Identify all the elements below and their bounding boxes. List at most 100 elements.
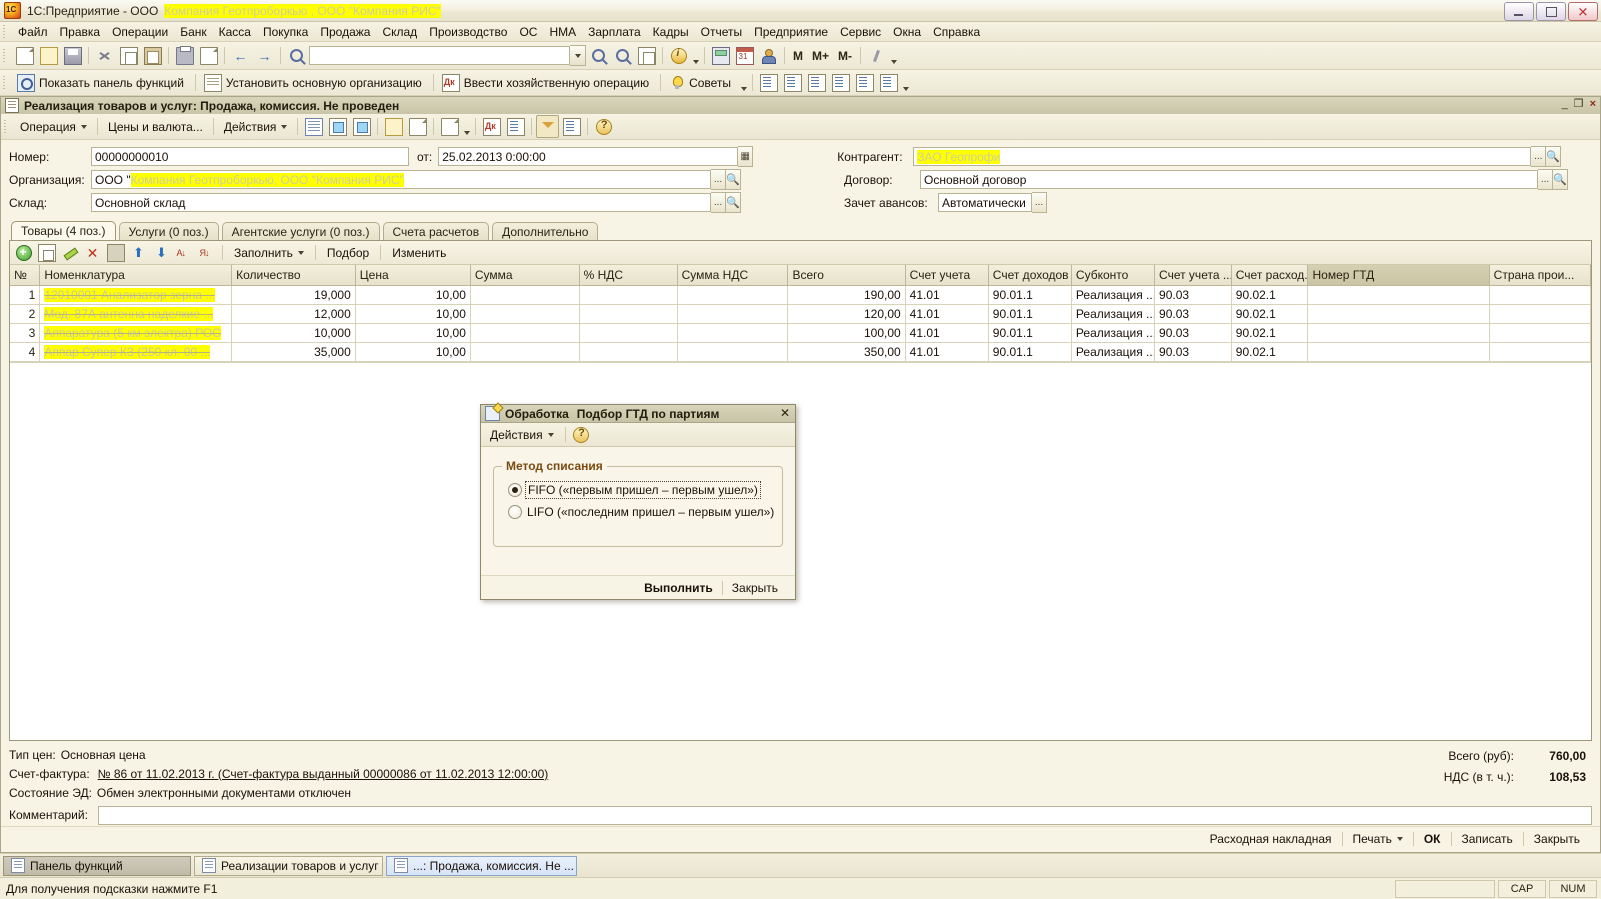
report-chart-button[interactable] [877, 71, 900, 94]
redo-button[interactable]: → [253, 44, 276, 67]
reports-dropdown[interactable] [901, 70, 910, 95]
taskbar-item-functions-panel[interactable]: Панель функций [3, 855, 191, 876]
cell-vat-percent[interactable] [579, 323, 678, 343]
advice-dropdown[interactable] [739, 70, 748, 95]
sort-desc-button[interactable] [197, 242, 218, 263]
cell-gtd[interactable] [1307, 323, 1490, 343]
menu-os[interactable]: ОС [513, 23, 543, 41]
close-button[interactable]: ✕ [1568, 2, 1598, 21]
menu-sale[interactable]: Продажа [314, 23, 376, 41]
cell-income-account[interactable]: 90.01.1 [988, 285, 1072, 305]
menu-reports[interactable]: Отчеты [695, 23, 748, 41]
cell-subconto[interactable]: Реализация ... [1071, 285, 1156, 305]
column-country[interactable]: Страна прои... [1489, 265, 1592, 286]
cell-vat-sum[interactable] [677, 342, 789, 362]
column-number[interactable]: № [10, 265, 41, 286]
dt-kt-button[interactable] [480, 115, 503, 138]
change-button[interactable]: Изменить [385, 242, 453, 263]
advice-button[interactable]: Советы [665, 71, 738, 94]
menu-warehouse[interactable]: Склад [376, 23, 423, 41]
contract-input[interactable]: Основной договор [920, 170, 1538, 189]
settings-button[interactable] [865, 44, 888, 67]
menu-windows[interactable]: Окна [887, 23, 927, 41]
operation-menu-button[interactable]: Операция [14, 116, 93, 137]
invoice-link[interactable]: № 86 от 11.02.2013 г. (Счет-фактура выда… [98, 767, 549, 781]
cell-gtd[interactable] [1307, 342, 1490, 362]
date-picker-button[interactable]: ▦ [738, 146, 754, 167]
show-functions-panel-button[interactable]: Показать панель функций [13, 71, 191, 94]
menu-salary[interactable]: Зарплата [582, 23, 647, 41]
find-prev-button[interactable] [611, 44, 634, 67]
add-row-button[interactable] [13, 242, 34, 263]
cell-price[interactable]: 10,00 [355, 285, 471, 305]
cell-sum[interactable] [470, 323, 580, 343]
cell-vat-sum[interactable] [677, 285, 789, 305]
cell-income-account[interactable]: 90.01.1 [988, 323, 1072, 343]
tab-services[interactable]: Услуги (0 поз.) [118, 222, 219, 240]
cell-account[interactable]: 41.01 [905, 285, 989, 305]
cell-gtd-selected[interactable] [1307, 304, 1490, 324]
report-analysis-button[interactable] [805, 71, 828, 94]
column-gtd-number[interactable]: Номер ГТД [1307, 265, 1490, 286]
copy-row-button[interactable] [36, 242, 57, 263]
cell-price[interactable]: 10,00 [355, 342, 471, 362]
document-close-button[interactable]: × [1590, 98, 1596, 111]
settings-dropdown[interactable] [889, 43, 898, 68]
fifo-option-row[interactable]: FIFO («первым пришел – первым ушел») [508, 479, 774, 501]
sort-asc-button[interactable] [174, 242, 195, 263]
menu-nma[interactable]: НМА [543, 23, 582, 41]
counterparty-select-button[interactable]: ... [1531, 146, 1547, 167]
info-button[interactable] [667, 44, 690, 67]
save-button[interactable] [61, 44, 84, 67]
tab-goods[interactable]: Товары (4 поз.) [11, 221, 116, 240]
fill-button[interactable]: Заполнить [227, 242, 311, 263]
based-on-dropdown[interactable] [462, 114, 471, 139]
contract-open-button[interactable]: 🔍 [1553, 169, 1568, 190]
cell-price[interactable]: 10,00 [355, 304, 471, 324]
cell-expense-account[interactable]: 90.02.1 [1231, 323, 1309, 343]
tab-settlement-accounts[interactable]: Счета расчетов [382, 222, 490, 240]
menu-production[interactable]: Производство [423, 23, 513, 41]
lifo-radio[interactable] [508, 505, 522, 519]
cell-total[interactable]: 190,00 [787, 285, 906, 305]
dialog-close-icon[interactable]: ✕ [780, 406, 790, 420]
search-input[interactable] [309, 46, 570, 65]
contract-select-button[interactable]: ... [1538, 169, 1553, 190]
cell-gtd[interactable] [1307, 285, 1490, 305]
dialog-actions-button[interactable]: Действия [484, 424, 560, 445]
print-button[interactable]: Печать [1343, 830, 1413, 848]
cell-expense-account[interactable]: 90.02.1 [1231, 285, 1309, 305]
cell-vat-account[interactable]: 90.03 [1154, 323, 1232, 343]
column-total[interactable]: Всего [787, 265, 906, 286]
menu-edit[interactable]: Правка [54, 23, 107, 41]
organization-input[interactable]: ООО " Компания Геотпроборкью, ООО "Компан… [91, 170, 711, 189]
cell-total[interactable]: 120,00 [787, 304, 906, 324]
post-and-close-button[interactable] [302, 115, 325, 138]
close-button[interactable]: Закрыть [1524, 830, 1590, 848]
cell-vat-account[interactable]: 90.03 [1154, 285, 1232, 305]
set-main-organization-button[interactable]: Установить основную организацию [200, 71, 429, 94]
organization-open-button[interactable]: 🔍 [726, 169, 741, 190]
prices-currency-button[interactable]: Цены и валюта... [102, 116, 209, 137]
cell-vat-sum[interactable] [677, 304, 789, 324]
report-card-button[interactable] [829, 71, 852, 94]
dialog-help-button[interactable] [571, 424, 592, 445]
minimize-button[interactable] [1504, 2, 1534, 21]
actions-menu-button[interactable]: Действия [218, 116, 294, 137]
organization-select-button[interactable]: ... [711, 169, 726, 190]
filter-button[interactable] [536, 115, 560, 138]
based-on-button[interactable] [438, 115, 461, 138]
register-report-button[interactable] [504, 115, 527, 138]
post-new-button[interactable] [350, 115, 373, 138]
cell-sum[interactable] [470, 285, 580, 305]
column-vat-account[interactable]: Счет учета ... [1154, 265, 1232, 286]
enter-business-operation-button[interactable]: Ввести хозяйственную операцию [438, 71, 656, 94]
menu-cash[interactable]: Касса [213, 23, 257, 41]
save-button[interactable]: Записать [1452, 830, 1523, 848]
expense-invoice-button[interactable]: Расходная накладная [1200, 830, 1342, 848]
cell-vat-sum[interactable] [677, 323, 789, 343]
new-document-button[interactable] [13, 44, 36, 67]
search-dropdown-button[interactable] [570, 45, 586, 66]
memory-button[interactable]: M [789, 49, 807, 63]
cell-expense-account[interactable]: 90.02.1 [1231, 304, 1309, 324]
